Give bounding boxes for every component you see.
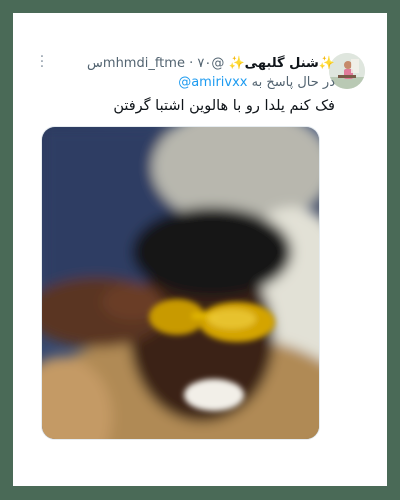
tweet-media-photo[interactable]: [41, 126, 320, 440]
sparkle-emoji-left: ✨: [228, 56, 245, 71]
tweet-text: فک کنم یلدا رو با هالوین اشتبا گرفتن: [113, 98, 335, 114]
reply-handle-link[interactable]: @amirivxx: [178, 75, 247, 90]
tweet-header: ✨شنل گلبهی✨ @mhmdi_ftme · ۷۰س: [87, 55, 335, 73]
tweet-card[interactable]: ✨شنل گلبهی✨ @mhmdi_ftme · ۷۰س · · · در حال…: [13, 13, 387, 486]
more-dots-icon[interactable]: · · ·: [37, 50, 47, 74]
screenshot-frame: ✨شنل گلبهی✨ @mhmdi_ftme · ۷۰س · · · در حال…: [13, 13, 387, 486]
reply-prefix: در حال پاسخ به: [251, 75, 335, 90]
reply-context: در حال پاسخ به @amirivxx: [178, 74, 335, 92]
display-name[interactable]: شنل گلبهی: [245, 56, 319, 71]
sparkle-emoji-right: ✨: [318, 56, 335, 71]
separator-dot: ·: [189, 56, 194, 71]
